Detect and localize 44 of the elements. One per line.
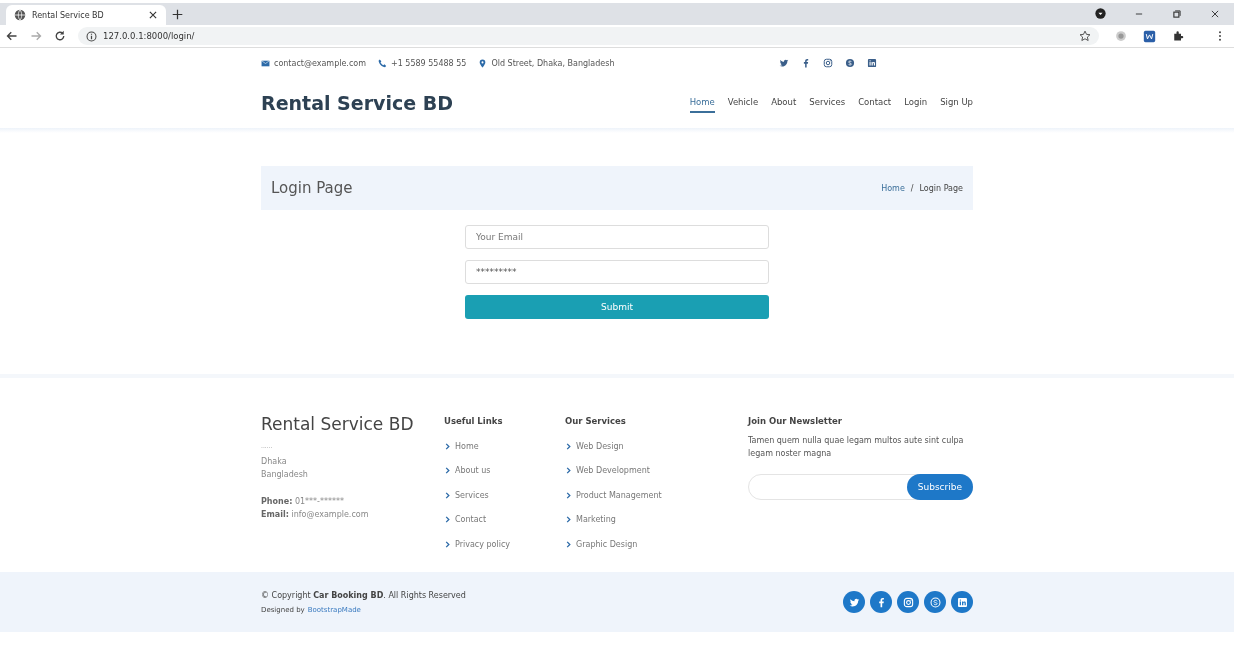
footer-email: info@example.com — [290, 510, 369, 519]
address-bar[interactable]: 127.0.0.1:8000/login/ — [78, 27, 1099, 45]
footer-link[interactable]: Web Development — [576, 466, 650, 476]
contact-email[interactable]: contact@example.com — [274, 58, 366, 68]
nav-link[interactable]: Login — [904, 93, 928, 113]
phone-label: Phone: — [261, 497, 293, 506]
copyright-text: © Copyright Car Booking BD. All Rights Reserved — [261, 590, 466, 600]
column-heading: Our Services — [565, 416, 627, 426]
footer-link[interactable]: Marketing — [576, 515, 616, 525]
nav-link[interactable]: Contact — [858, 93, 892, 113]
nav-link[interactable]: Home — [689, 93, 715, 113]
subscribe-button[interactable]: Subscribe — [906, 474, 973, 500]
newsletter-text: Tamen quem nulla quae legam multos aute sint culpa legam noster magna — [748, 435, 965, 460]
footer-phone: 01***-****** — [293, 497, 344, 506]
password-field[interactable]: ********* — [465, 260, 769, 284]
email-field[interactable]: Your Email — [465, 225, 769, 249]
breadcrumb-current: Login Page — [919, 183, 963, 193]
submit-button[interactable]: Submit — [465, 295, 769, 319]
address-line: Dhaka — [261, 456, 288, 468]
footer-link[interactable]: Graphic Design — [576, 539, 638, 549]
email-label: Email: — [261, 510, 289, 519]
footer-link[interactable]: Web Design — [576, 441, 624, 451]
footer-link[interactable]: Services — [455, 490, 489, 500]
footer-brand: Rental Service BD — [261, 414, 415, 434]
page-title: Login Page — [271, 179, 353, 197]
breadcrumb-link[interactable]: Home — [881, 183, 905, 193]
nav-link[interactable]: Services — [809, 93, 846, 113]
footer-link[interactable]: Home — [455, 441, 479, 451]
column-heading: Useful Links — [444, 416, 504, 426]
nav-link[interactable]: Vehicle — [727, 93, 759, 113]
contact-phone: +1 5589 55488 55 — [391, 58, 467, 68]
footer-link[interactable]: Product Management — [576, 490, 662, 500]
footer-link[interactable]: About us — [455, 466, 491, 476]
nav-link[interactable]: About — [771, 93, 797, 113]
contact-address: Old Street, Dhaka, Bangladesh — [491, 58, 615, 68]
tab-title: Rental Service BD — [32, 10, 105, 20]
site-logo[interactable]: Rental Service BD — [261, 92, 453, 114]
footer-link[interactable]: Privacy policy — [455, 539, 511, 549]
newsletter-heading: Join Our Newsletter — [748, 416, 843, 426]
address-line: Bangladesh — [261, 469, 309, 481]
nav-link[interactable]: Sign Up — [940, 93, 973, 113]
browser-tab[interactable]: Rental Service BD — [6, 5, 166, 25]
breadcrumb-separator: / — [910, 183, 914, 193]
footer-link[interactable]: Contact — [455, 515, 487, 525]
